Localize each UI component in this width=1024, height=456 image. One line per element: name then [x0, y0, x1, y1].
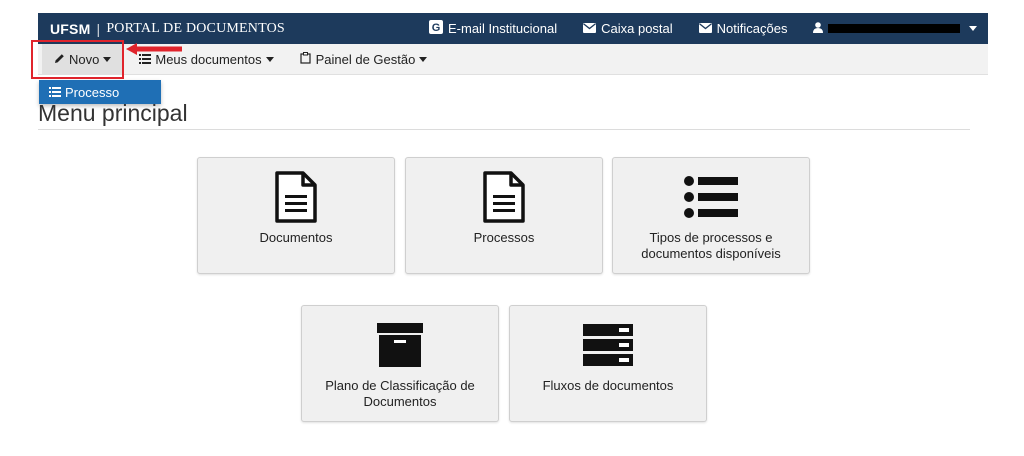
user-menu[interactable] — [813, 21, 978, 36]
novo-label: Novo — [69, 51, 100, 67]
archive-box-icon — [377, 318, 423, 372]
list-icon — [684, 170, 738, 224]
tile-label: Documentos — [259, 230, 333, 245]
tile-plano-classificacao[interactable]: Plano de Classificação de Documentos — [301, 305, 499, 422]
envelope-icon — [583, 21, 601, 36]
chevron-down-icon — [969, 26, 978, 31]
notificacoes-label: Notificações — [716, 21, 788, 36]
caixa-postal-link[interactable]: Caixa postal — [583, 21, 673, 36]
tile-label: Fluxos de documentos — [542, 378, 674, 393]
document-icon — [482, 170, 526, 224]
divider — [38, 129, 970, 130]
painel-gestao-label: Painel de Gestão — [315, 51, 416, 67]
email-institucional-label: E-mail Institucional — [448, 21, 558, 36]
novo-menu[interactable]: Novo — [42, 43, 124, 75]
top-links: G E-mail Institucional Caixa postal Noti… — [429, 13, 978, 44]
tile-label: Plano de Classificação de Documentos — [325, 378, 475, 409]
tile-label: Tipos de processos e documentos disponív… — [641, 230, 781, 261]
notificacoes-link[interactable]: Notificações — [698, 21, 788, 36]
svg-text:G: G — [432, 22, 441, 34]
page-title: Menu principal — [38, 100, 188, 126]
tile-label: Processos — [473, 230, 535, 245]
pencil-icon — [54, 52, 69, 67]
brand-name: PORTAL DE DOCUMENTOS — [106, 20, 285, 36]
email-institucional-link[interactable]: G E-mail Institucional — [429, 20, 557, 37]
document-icon — [274, 170, 318, 224]
annotation-arrow-icon — [126, 43, 182, 55]
envelope-icon — [698, 21, 717, 36]
user-icon — [813, 21, 824, 36]
tile-fluxos-documentos[interactable]: Fluxos de documentos — [509, 305, 707, 422]
caixa-postal-label: Caixa postal — [601, 21, 673, 36]
chevron-down-icon — [419, 56, 428, 62]
brand-separator: | — [96, 20, 101, 37]
list-icon — [49, 85, 65, 100]
painel-gestao-menu[interactable]: Painel de Gestão — [290, 44, 438, 75]
brand[interactable]: UFSM | PORTAL DE DOCUMENTOS — [50, 21, 285, 37]
tile-processos[interactable]: Processos — [405, 157, 603, 274]
tile-documentos[interactable]: Documentos — [197, 157, 395, 274]
chevron-down-icon — [265, 56, 274, 62]
google-icon: G — [429, 20, 448, 37]
redacted-username — [828, 24, 961, 33]
top-navbar: UFSM | PORTAL DE DOCUMENTOS G E-mail Ins… — [38, 13, 988, 44]
clipboard-icon — [299, 51, 316, 67]
tile-tipos-processos[interactable]: Tipos de processos e documentos disponív… — [612, 157, 810, 274]
server-icon — [583, 318, 633, 372]
processo-label: Processo — [65, 84, 120, 100]
brand-short: UFSM — [50, 20, 91, 37]
chevron-down-icon — [103, 56, 112, 62]
